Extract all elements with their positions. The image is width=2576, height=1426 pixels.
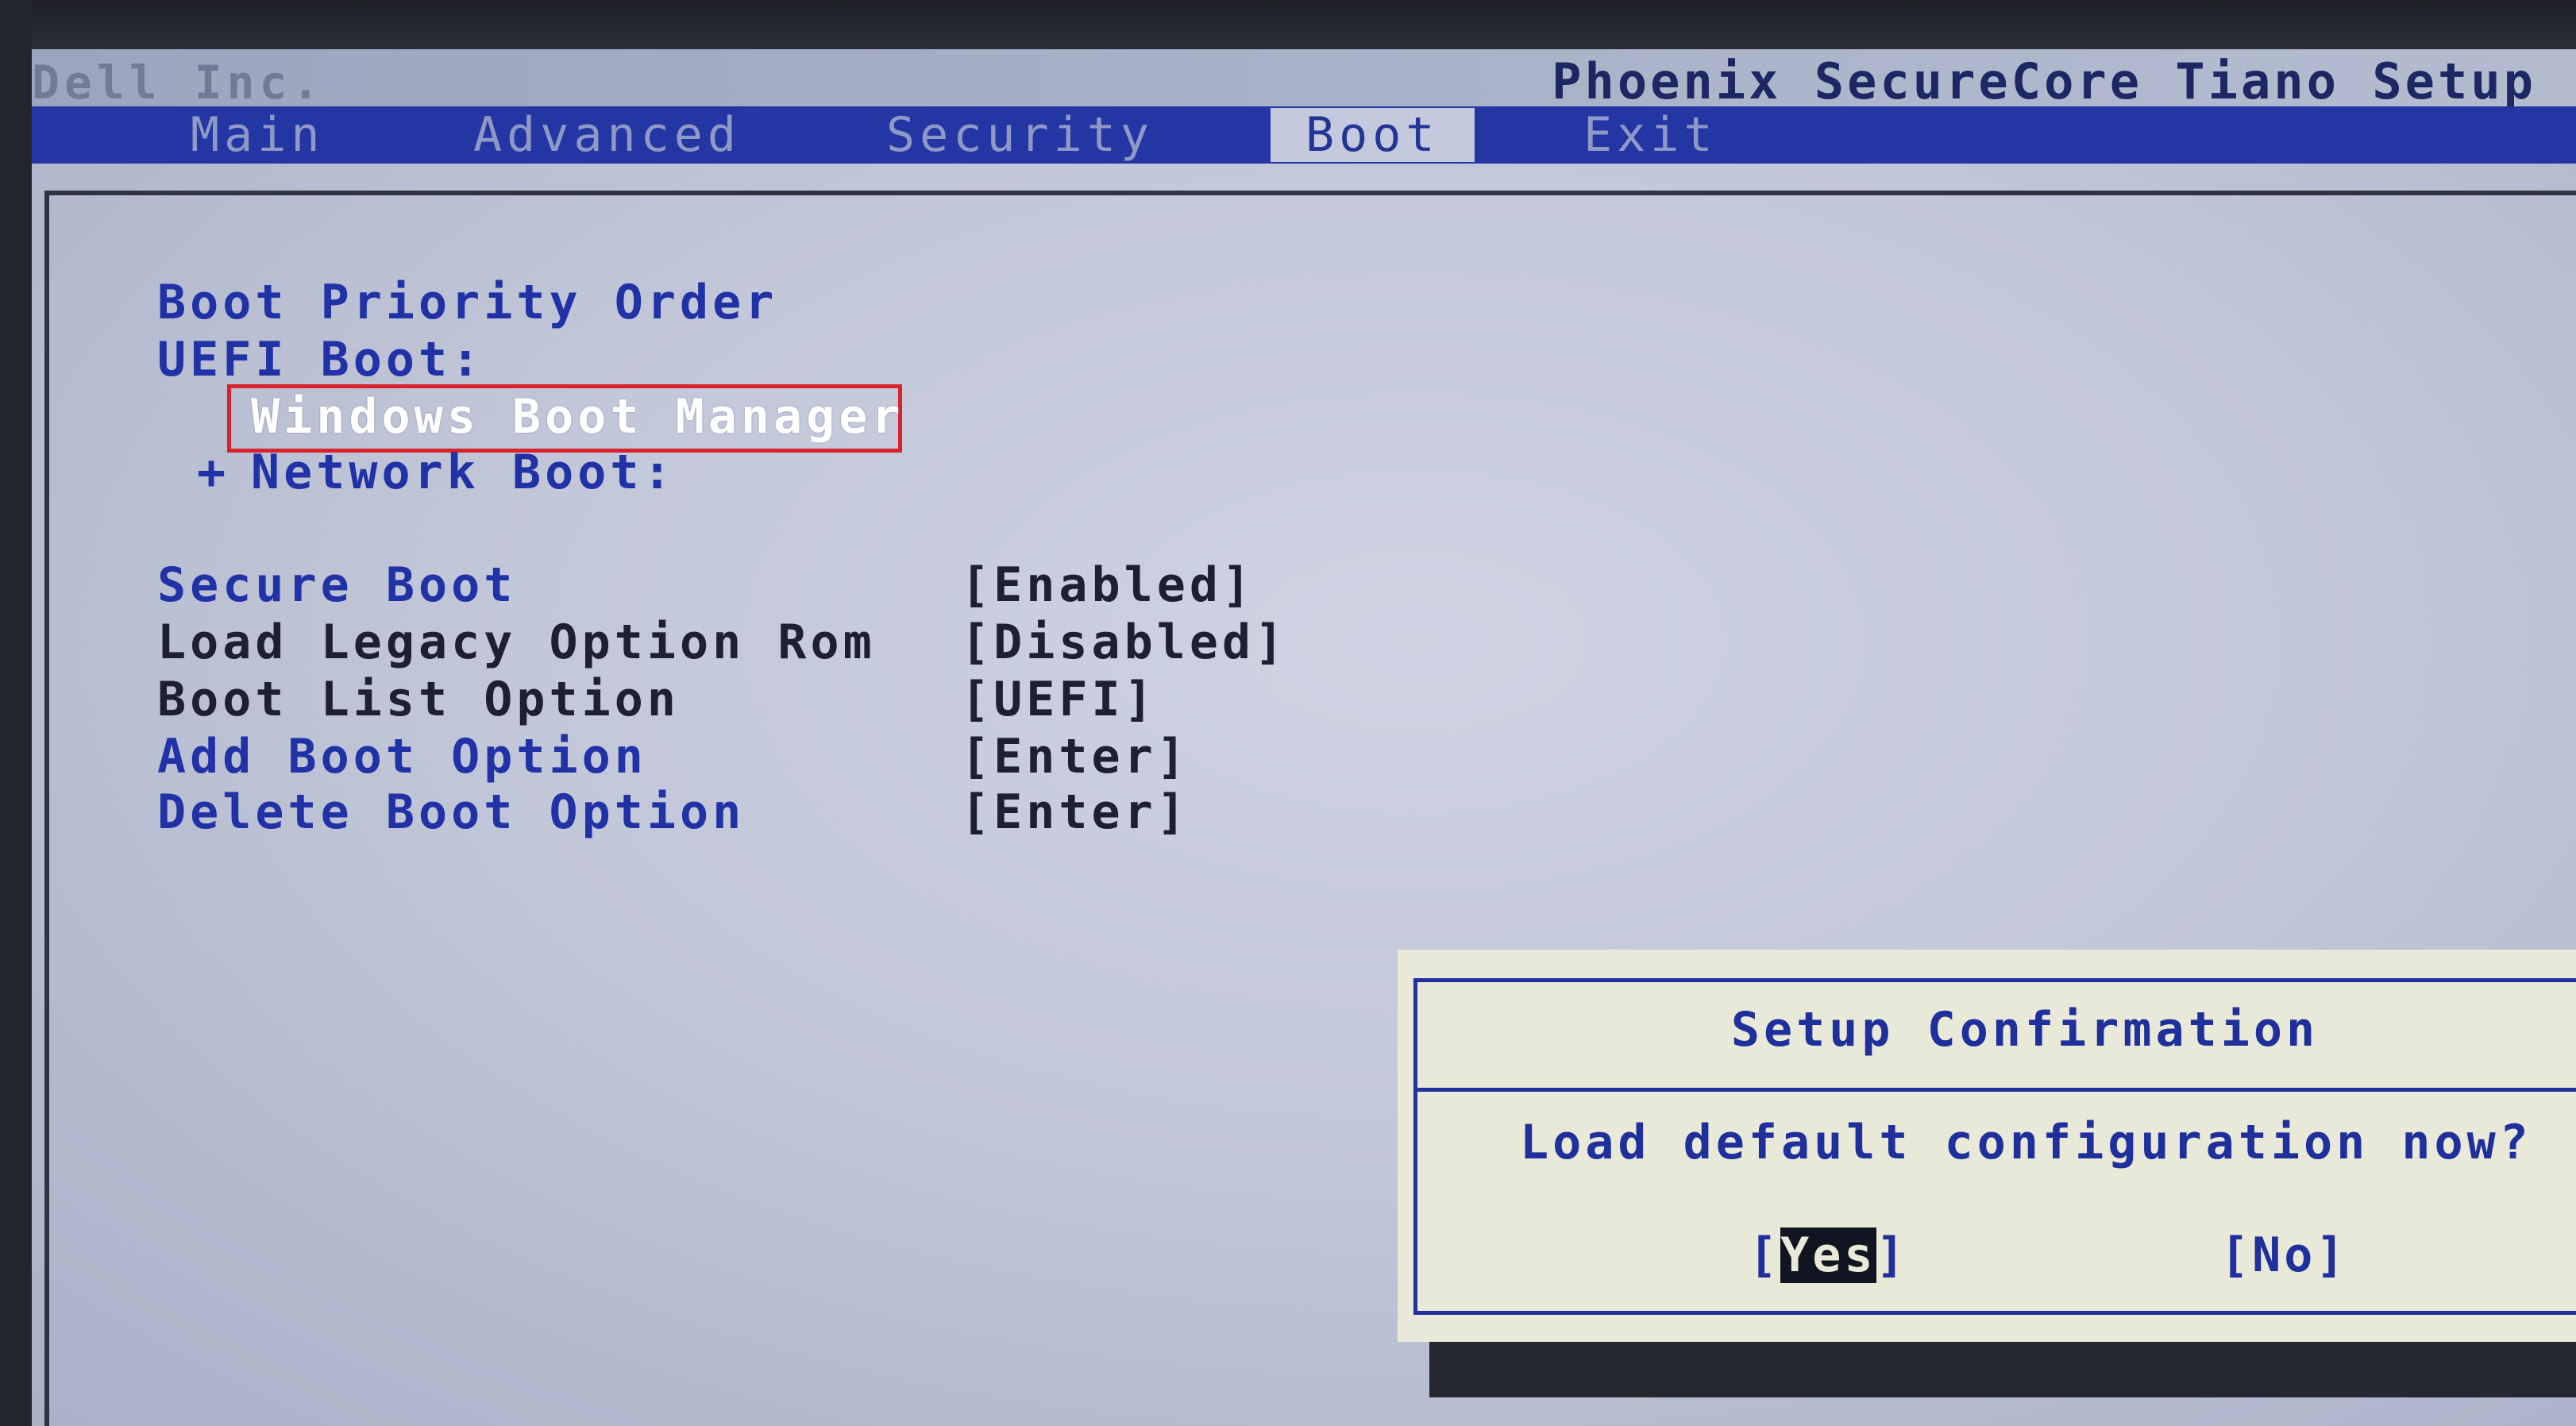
tab-exit[interactable]: Exit [1583,108,1718,162]
yes-bracket-close: ] [1876,1228,1908,1283]
delete-boot-option-label[interactable]: Delete Boot Option [157,784,745,840]
yes-button[interactable]: [Yes] [1749,1228,1908,1283]
screen-bezel-top [0,0,2576,49]
screen-bezel-left [0,0,32,1426]
uefi-boot-heading: UEFI Boot: [157,332,484,387]
boot-entry-network-boot[interactable]: Network Boot: [251,445,676,500]
secure-boot-value[interactable]: [Enabled] [961,557,1255,613]
dialog-shadow [1429,1342,2576,1397]
boot-list-option-value: [UEFI] [961,672,1157,727]
dialog-title: Setup Confirmation [1730,1002,2320,1058]
bios-screen: Dell Inc. Phoenix SecureCore Tiano Setup… [0,0,2576,1426]
delete-boot-option-value[interactable]: [Enter] [961,784,1190,840]
no-button[interactable]: [No] [2220,1228,2348,1283]
secure-boot-label[interactable]: Secure Boot [157,557,516,613]
tab-advanced[interactable]: Advanced [473,108,741,162]
vendor-label: Dell Inc. [32,56,325,110]
yes-button-label: Yes [1780,1228,1876,1283]
boot-list-option-label: Boot List Option [157,672,680,727]
legacy-option-rom-label: Load Legacy Option Rom [157,615,876,670]
expand-marker: + [197,445,230,500]
legacy-option-rom-value: [Disabled] [961,615,1288,670]
add-boot-option-value[interactable]: [Enter] [961,729,1190,784]
boot-priority-heading: Boot Priority Order [157,275,778,330]
tab-boot[interactable]: Boot [1271,108,1475,162]
tab-security[interactable]: Security [886,108,1154,162]
yes-bracket-open: [ [1749,1228,1781,1283]
product-title: Phoenix SecureCore Tiano Setup [1552,52,2536,110]
dialog-message: Load default configuration now? [1520,1115,2532,1170]
dialog-divider [1413,1088,2576,1092]
tab-main[interactable]: Main [191,108,325,162]
boot-entry-windows-boot-manager[interactable]: Windows Boot Manager [251,389,904,445]
add-boot-option-label[interactable]: Add Boot Option [157,729,647,784]
